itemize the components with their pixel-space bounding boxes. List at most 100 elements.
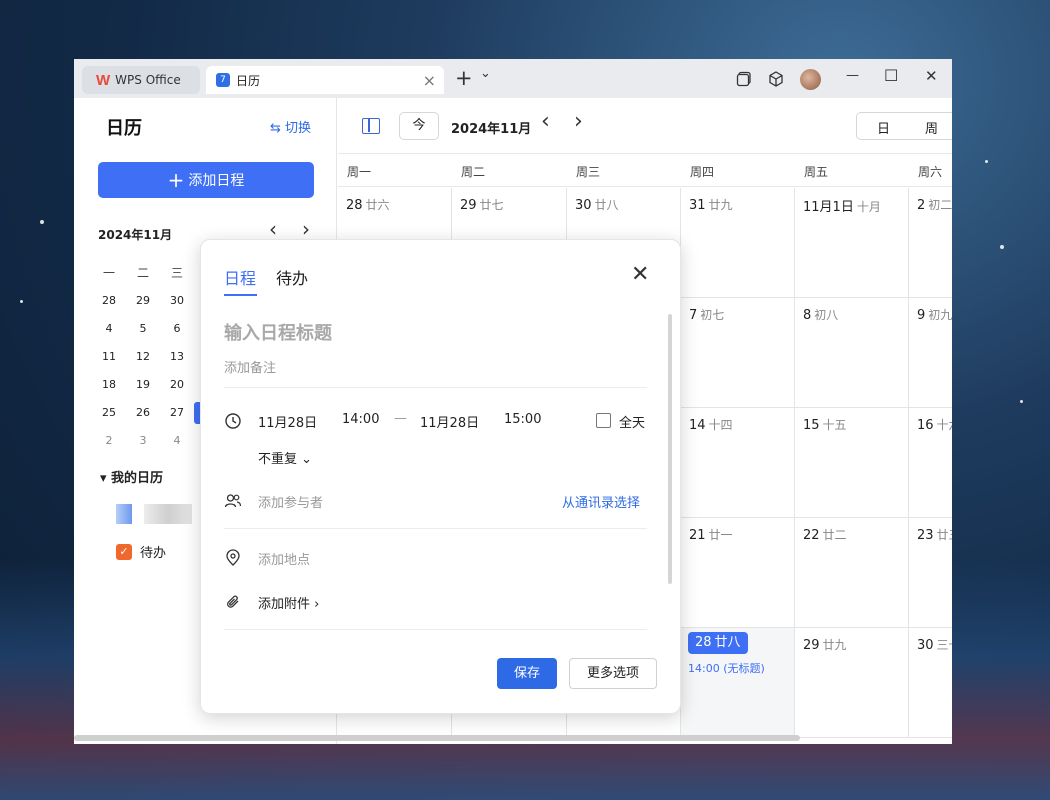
day-cell[interactable]: 23廿三 [909, 518, 952, 628]
end-time-field[interactable]: 15:00 [504, 412, 541, 427]
repeat-dropdown[interactable]: 不重复 ⌄ [258, 448, 312, 467]
mini-day[interactable]: 25 [92, 406, 126, 419]
day-label: 29 廿七 [460, 196, 504, 213]
tab-todo[interactable]: 待办 [276, 265, 308, 289]
end-date-field[interactable]: 11月28日 [420, 412, 479, 431]
tab-calendar-label: 日历 [236, 73, 261, 88]
view-week-button[interactable]: 周 [925, 118, 938, 137]
close-dialog-icon[interactable]: ✕ [631, 262, 649, 287]
day-cell[interactable]: 21 廿一 [681, 518, 795, 628]
mini-day[interactable]: 12 [126, 350, 160, 363]
clock-icon [225, 413, 241, 429]
mini-weekday: 三 [170, 265, 183, 280]
day-number: 21 [689, 528, 706, 543]
mini-day[interactable]: 26 [126, 406, 160, 419]
mini-day[interactable]: 18 [92, 378, 126, 391]
day-cell[interactable]: 7 初七 [681, 298, 795, 408]
day-cell[interactable]: 15 十五 [795, 408, 909, 518]
mini-day[interactable]: 5 [126, 322, 160, 335]
today-button[interactable]: 今 [399, 112, 439, 140]
mini-day[interactable]: 6 [160, 322, 194, 335]
background-star [20, 300, 23, 303]
sidebar-title: 日历 [106, 118, 142, 139]
location-icon [226, 549, 240, 566]
day-number: 15 [803, 418, 820, 433]
mini-day[interactable]: 30 [160, 294, 194, 307]
day-number: 23 [917, 528, 934, 543]
save-button[interactable]: 保存 [497, 658, 557, 689]
mini-prev-icon[interactable]: ‹ [269, 217, 277, 241]
mini-day[interactable]: 19 [126, 378, 160, 391]
start-time-field[interactable]: 14:00 [342, 412, 379, 427]
lunar-date: 十月 [856, 200, 881, 214]
tab-wps-office[interactable]: W WPS Office [82, 66, 200, 94]
day-label: 8 初八 [803, 306, 838, 323]
day-cell[interactable]: 8 初八 [795, 298, 909, 408]
day-cell[interactable]: 14 十四 [681, 408, 795, 518]
event-note-input[interactable]: 添加备注 [224, 357, 276, 376]
day-cell[interactable]: 28 廿八 14:00 (无标题) [681, 628, 795, 738]
day-number: 14 [689, 418, 706, 433]
tab-calendar[interactable]: 7 日历 × [206, 66, 444, 94]
lunar-date: 廿八 [714, 635, 741, 650]
calendar-list-item[interactable] [116, 504, 206, 524]
add-event-button[interactable]: + 添加日程 [98, 162, 314, 198]
participants-input[interactable]: 添加参与者 [258, 492, 323, 511]
mini-next-icon[interactable]: › [302, 217, 310, 241]
mini-day[interactable]: 11 [92, 350, 126, 363]
my-calendars-heading[interactable]: ▾ 我的日历 [100, 467, 163, 486]
day-cell[interactable]: 30三十 [909, 628, 952, 738]
day-cell[interactable]: 11月1日 十月 [795, 188, 909, 298]
maximize-icon[interactable]: ☐ [884, 66, 898, 85]
start-date-field[interactable]: 11月28日 [258, 412, 317, 431]
day-cell[interactable]: 29 廿九 [795, 628, 909, 738]
prev-month-icon[interactable]: ‹ [541, 109, 550, 134]
mini-day[interactable]: 4 [160, 434, 194, 447]
day-cell[interactable]: 31 廿九 [681, 188, 795, 298]
mini-day[interactable]: 29 [126, 294, 160, 307]
mini-day[interactable]: 13 [160, 350, 194, 363]
day-number: 29 [803, 638, 820, 653]
new-tab-button[interactable]: + [455, 66, 473, 90]
mini-day[interactable]: 2 [92, 434, 126, 447]
dialog-scrollbar[interactable] [668, 314, 672, 584]
calendar-list-item-todo[interactable]: ✓ 待办 [116, 542, 166, 561]
close-tab-icon[interactable]: × [423, 71, 436, 90]
tab-schedule[interactable]: 日程 [224, 265, 256, 289]
select-from-contacts-link[interactable]: 从通讯录选择 [562, 492, 640, 511]
weekday-label: 周四 [690, 165, 715, 179]
day-cell[interactable]: 22 廿二 [795, 518, 909, 628]
minimize-icon[interactable]: — [846, 68, 859, 83]
mini-day[interactable]: 27 [160, 406, 194, 419]
next-month-icon[interactable]: › [574, 109, 583, 134]
horizontal-scrollbar[interactable] [74, 735, 800, 741]
all-day-checkbox[interactable] [596, 413, 611, 428]
background-star [1000, 245, 1004, 249]
checkbox-checked-icon[interactable]: ✓ [116, 543, 132, 560]
add-attachment-button[interactable]: 添加附件 › [258, 593, 319, 612]
sidebar-toggle-icon[interactable] [362, 118, 380, 134]
event-item[interactable]: 14:00 (无标题) [688, 660, 788, 678]
new-tab-menu-icon[interactable]: ⌄ [480, 66, 491, 81]
mini-day[interactable]: 3 [126, 434, 160, 447]
location-input[interactable]: 添加地点 [258, 549, 310, 568]
lunar-date: 十五 [822, 418, 847, 432]
view-day-button[interactable]: 日 [877, 118, 890, 137]
day-label: 9 初九 [917, 306, 952, 323]
close-window-icon[interactable]: ✕ [925, 67, 938, 85]
day-cell[interactable]: 9 初九 [909, 298, 952, 408]
more-options-button[interactable]: 更多选项 [569, 658, 657, 689]
window-copy-icon[interactable] [736, 71, 752, 87]
cube-icon[interactable] [768, 71, 784, 87]
mini-day[interactable]: 4 [92, 322, 126, 335]
day-cell[interactable]: 2 初二 [909, 188, 952, 298]
lunar-date: 廿九 [822, 638, 847, 652]
event-title-input[interactable]: 输入日程标题 [224, 319, 332, 345]
user-avatar[interactable] [800, 69, 821, 90]
background-star [985, 160, 988, 163]
mini-day[interactable]: 20 [160, 378, 194, 391]
participants-icon [224, 494, 242, 508]
switch-button[interactable]: ⇆ 切换 [270, 117, 311, 136]
day-cell[interactable]: 16十六 [909, 408, 952, 518]
mini-day[interactable]: 28 [92, 294, 126, 307]
